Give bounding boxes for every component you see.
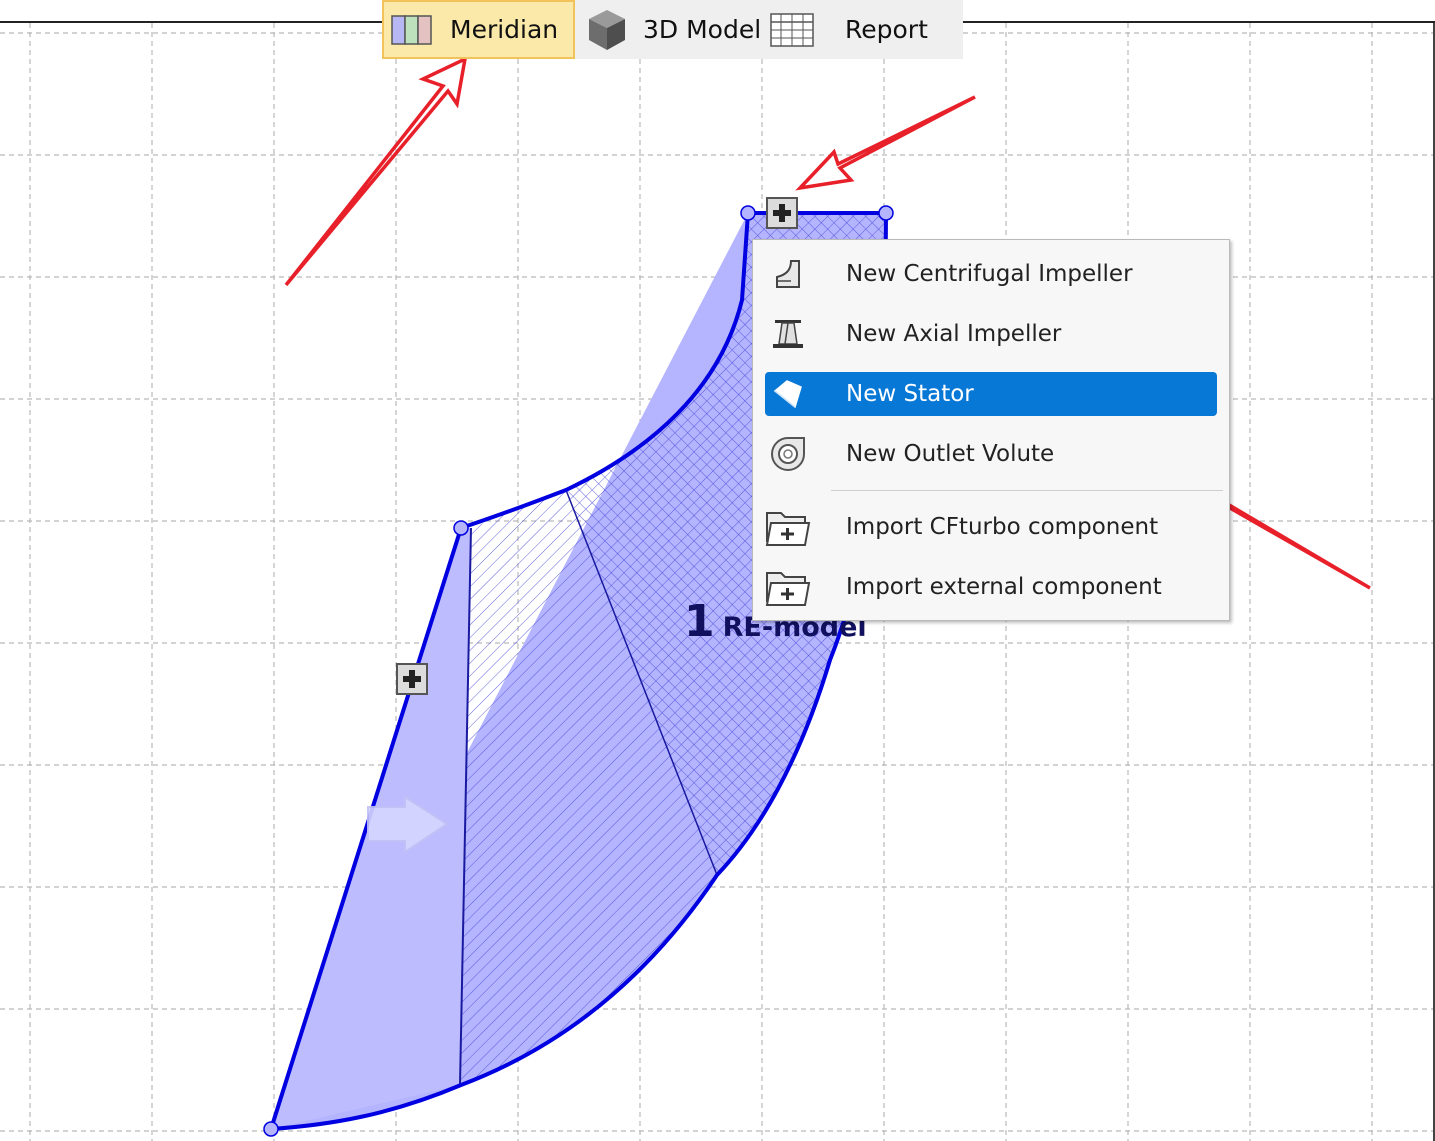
tab-meridian[interactable]: Meridian	[382, 0, 575, 59]
folder-import-icon	[765, 507, 811, 547]
add-component-button-inlet[interactable]	[396, 663, 428, 695]
menu-item-label: Import CFturbo component	[846, 514, 1159, 540]
menu-separator	[831, 490, 1223, 491]
menu-item-label: New Outlet Volute	[846, 441, 1055, 467]
menu-item-new-centrifugal-impeller[interactable]: New Centrifugal Impeller	[765, 252, 1217, 296]
plus-icon	[773, 204, 791, 222]
tab-meridian-label: Meridian	[450, 15, 559, 44]
cube-icon	[587, 8, 627, 52]
menu-item-label: Import external component	[846, 574, 1162, 600]
tab-report[interactable]: Report	[769, 0, 963, 59]
meridian-icon	[390, 14, 434, 46]
menu-item-label: New Axial Impeller	[846, 321, 1062, 347]
view-tab-bar: Meridian 3D Model Report	[382, 0, 963, 59]
add-component-button-outlet[interactable]	[766, 197, 798, 229]
menu-item-new-outlet-volute[interactable]: New Outlet Volute	[765, 432, 1217, 476]
tab-3d-model-label: 3D Model	[643, 15, 762, 44]
tab-report-label: Report	[845, 15, 928, 44]
stator-icon	[765, 377, 811, 411]
add-component-context-menu: New Centrifugal Impeller New Axial Impel…	[752, 239, 1230, 621]
menu-item-label: New Centrifugal Impeller	[846, 261, 1133, 287]
centrifugal-impeller-icon	[765, 257, 811, 291]
volute-icon	[765, 434, 811, 474]
menu-item-import-external-component[interactable]: Import external component	[765, 565, 1217, 609]
menu-item-new-axial-impeller[interactable]: New Axial Impeller	[765, 312, 1217, 356]
menu-item-import-cfturbo-component[interactable]: Import CFturbo component	[765, 505, 1217, 549]
plus-icon	[403, 670, 421, 688]
tab-3d-model[interactable]: 3D Model	[575, 0, 769, 59]
folder-import-icon	[765, 567, 811, 607]
menu-item-new-stator[interactable]: New Stator	[765, 372, 1217, 416]
menu-item-label: New Stator	[846, 381, 974, 407]
component-number: 1	[684, 596, 715, 647]
axial-impeller-icon	[765, 317, 811, 351]
table-icon	[769, 12, 815, 48]
